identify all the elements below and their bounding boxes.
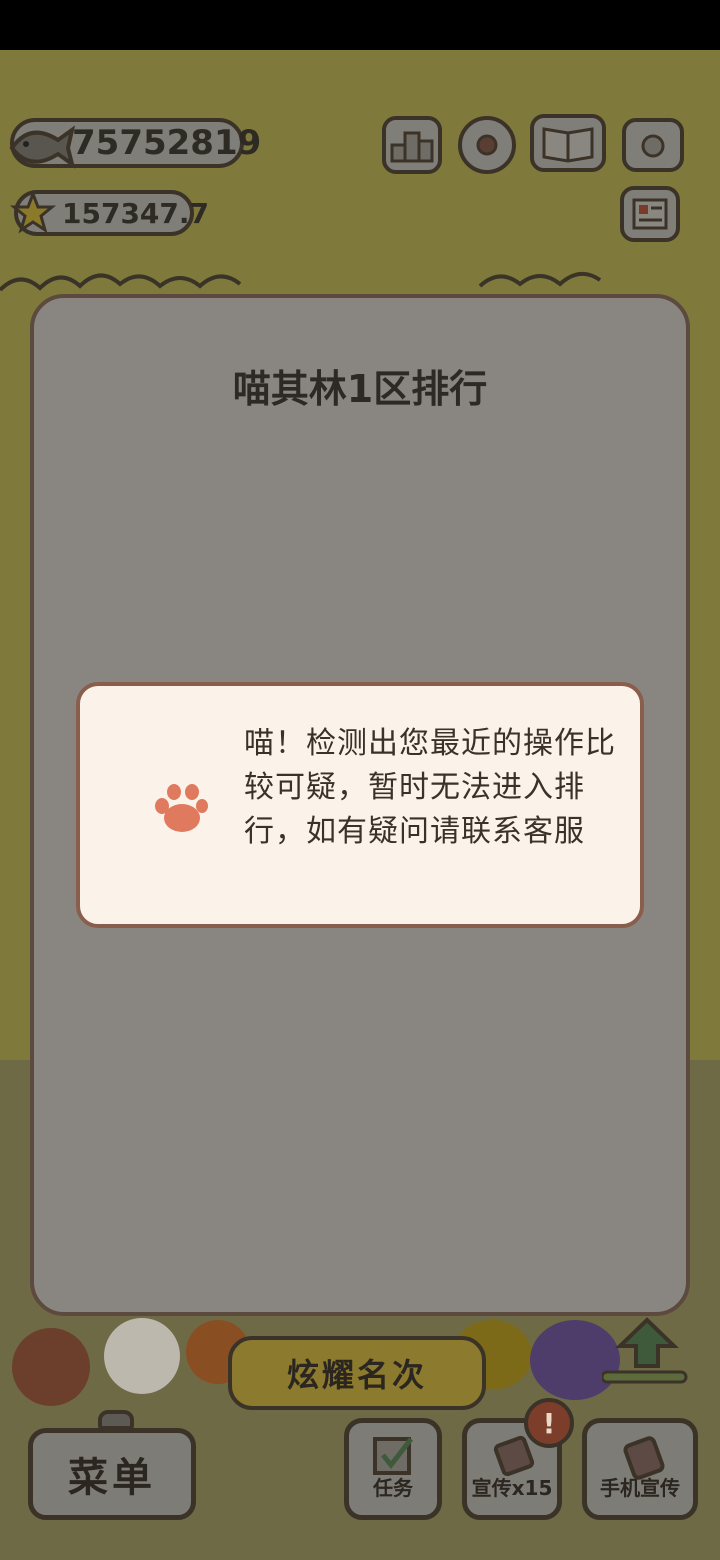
phone-promote-label: 手机宣传 [600,1476,680,1500]
upgrade-arrow-icon[interactable] [602,1314,692,1384]
status-bar [0,0,720,50]
menu-button[interactable]: 菜单 [28,1428,196,1520]
flaunt-rank-button[interactable]: 炫耀名次 [228,1336,486,1410]
star-currency-value: 157347.7 [62,196,210,230]
promote-label: 宣传x15 [471,1476,553,1500]
alert-badge: ! [524,1398,574,1448]
toast-message: 喵！检测出您最近的操作比较可疑，暂时无法进入排行，如有疑问请联系客服 [244,726,616,849]
suspicious-activity-toast: 喵！检测出您最近的操作比较可疑，暂时无法进入排行，如有疑问请联系客服 [76,682,644,928]
tasks-button[interactable]: 任务 [344,1418,442,1520]
flaunt-rank-label: 炫耀名次 [286,1356,427,1394]
phone-promote-button[interactable]: 手机宣传 [582,1418,698,1520]
menu-label: 菜单 [68,1455,156,1501]
fish-currency-value: 75752819 [72,123,262,163]
flower-decoration [104,1318,180,1394]
ranking-icon[interactable] [382,116,442,174]
tasks-label: 任务 [373,1476,413,1500]
modal-title: 喵其林1区排行 [232,367,488,411]
flower-decoration [12,1328,90,1406]
camera-icon[interactable] [622,118,684,172]
paw-icon [155,784,208,832]
newspaper-icon[interactable] [620,186,680,242]
settings-gear-icon[interactable] [458,116,516,174]
star-icon [10,190,56,234]
alert-mark: ! [542,1406,556,1440]
catalog-book-icon[interactable] [530,114,606,172]
fish-icon [9,125,76,169]
clipboard-clip-icon [98,1410,134,1430]
